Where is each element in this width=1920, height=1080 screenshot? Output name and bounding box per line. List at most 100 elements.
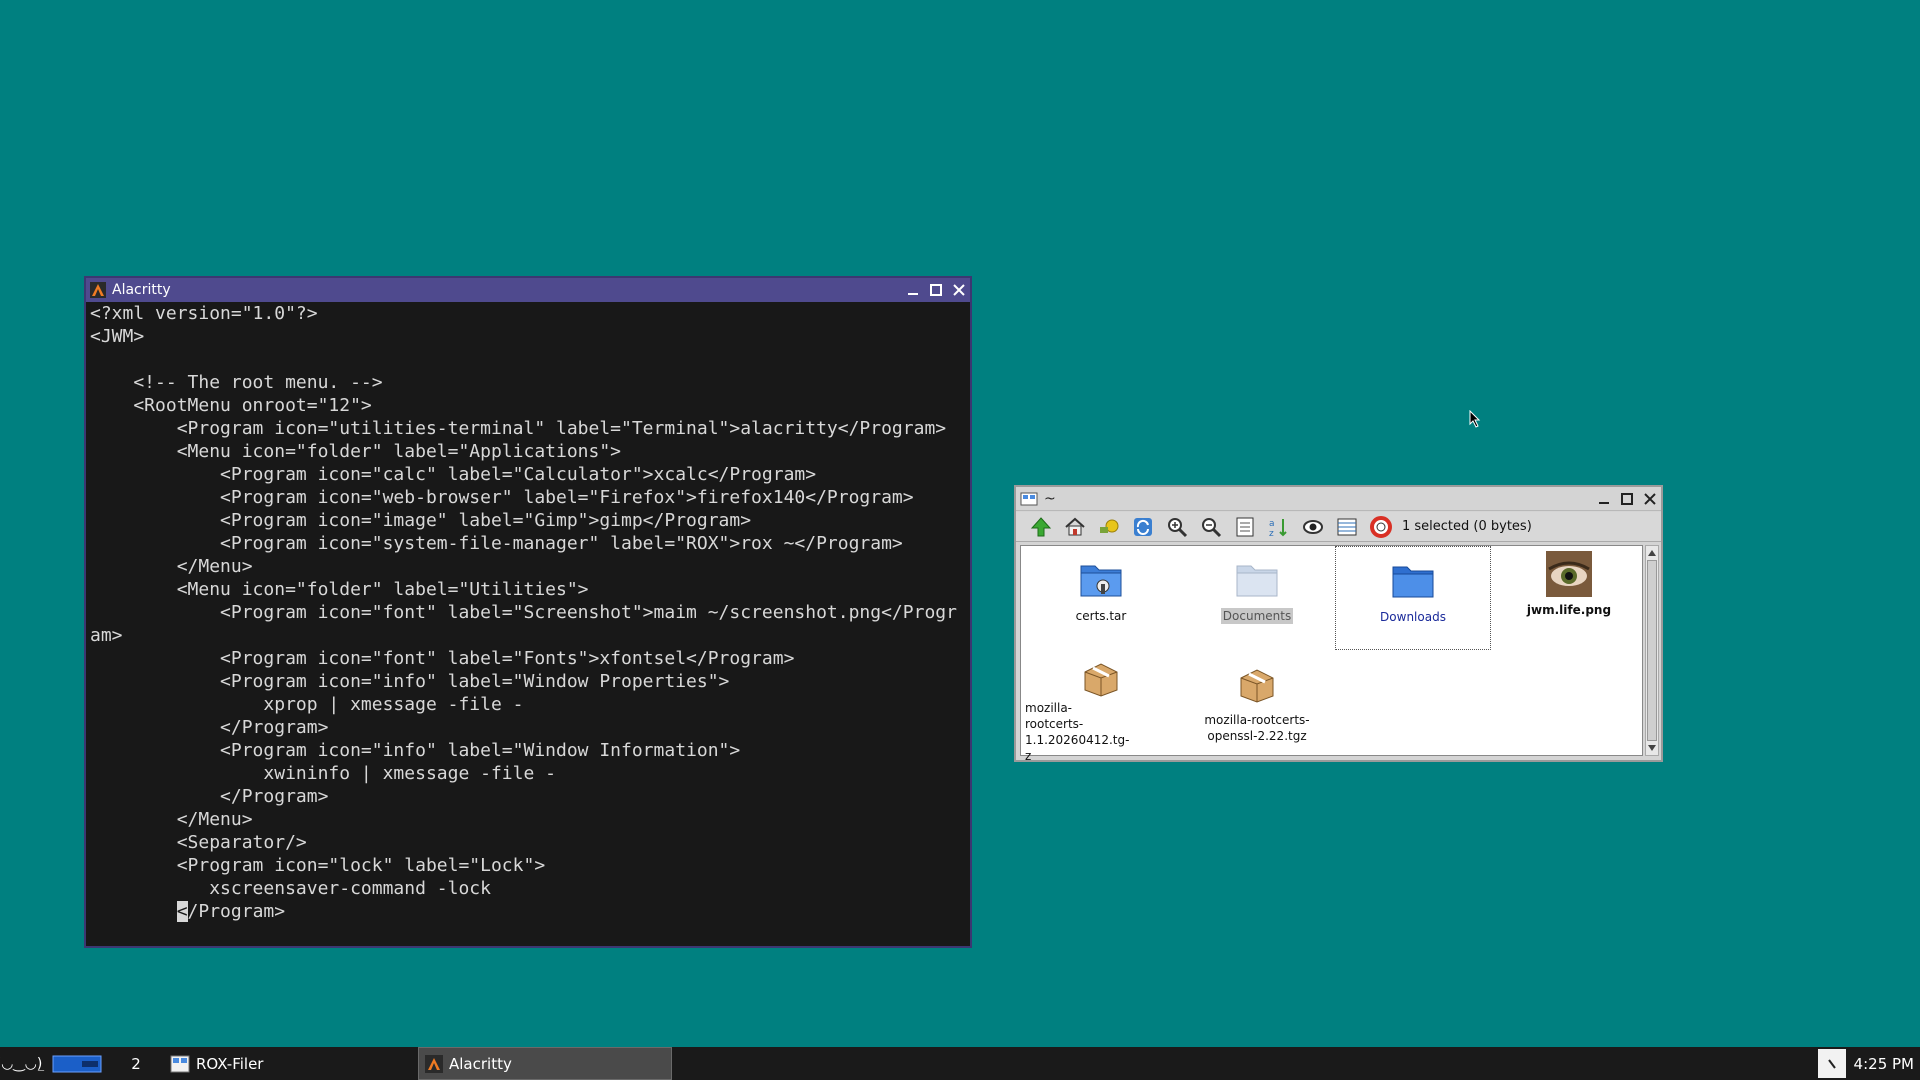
select-button[interactable] [1330, 513, 1364, 541]
terminal-line: <JWM> [90, 326, 145, 347]
rox-filer-window[interactable]: ~ az 1 selected (0 bytes) certs.tar Docu… [1014, 485, 1663, 763]
terminal-content[interactable]: <?xml version="1.0"?> <JWM> <!-- The root… [86, 302, 970, 946]
terminal-line: <Program icon="font" label="Screenshot">… [90, 602, 957, 623]
show-hidden-button[interactable] [1296, 513, 1330, 541]
terminal-line: <RootMenu onroot="12"> [90, 395, 372, 416]
alacritty-titlebar[interactable]: Alacritty [86, 278, 970, 302]
file-item-mozilla-rootcerts[interactable]: mozilla- rootcerts-1.1.20260412.tg- z [1023, 652, 1179, 763]
package-icon [1084, 663, 1118, 697]
archive-folder-icon [1080, 565, 1122, 597]
show-hidden-icon [1303, 519, 1323, 534]
details-icon [1236, 517, 1254, 536]
help-icon [1370, 515, 1392, 538]
package-icon [1240, 669, 1274, 703]
bookmarks-button[interactable] [1092, 513, 1126, 541]
terminal-line: xwininfo | xmessage -file - [90, 763, 556, 784]
pager-desktop-2[interactable]: 2 [108, 1047, 164, 1080]
arrow-up-icon [1648, 550, 1656, 556]
rox-titlebar[interactable]: ~ [1016, 487, 1661, 511]
details-button[interactable] [1228, 513, 1262, 541]
sort-icon: az [1269, 518, 1287, 538]
rox-icon [1020, 491, 1038, 507]
rox-toolbar: az 1 selected (0 bytes) [1016, 512, 1661, 542]
close-button[interactable] [1638, 488, 1661, 510]
scrollbar-thumb[interactable] [1647, 560, 1657, 741]
maximize-icon [1620, 492, 1633, 505]
folder-icon [1236, 565, 1278, 597]
minimize-button[interactable] [1592, 488, 1615, 510]
refresh-button[interactable] [1126, 513, 1160, 541]
terminal-line: </Menu> [90, 809, 253, 830]
file-view[interactable]: certs.tar Documents Downloads jwm.life.p… [1020, 545, 1643, 763]
minimize-icon [907, 293, 918, 295]
close-button[interactable] [947, 279, 970, 301]
alacritty-icon [90, 282, 106, 298]
rox-icon [170, 1055, 190, 1072]
tray-icon[interactable] [1817, 1049, 1846, 1078]
terminal-line: xprop | xmessage -file - [90, 694, 524, 715]
zoom-in-button[interactable] [1160, 513, 1194, 541]
sort-button[interactable]: az [1262, 513, 1296, 541]
terminal-line: </Program> [90, 786, 329, 807]
terminal-line: <Program icon="utilities-terminal" label… [90, 418, 947, 439]
vertical-scrollbar[interactable] [1645, 545, 1659, 756]
file-name: Documents [1220, 608, 1294, 624]
selection-status: 1 selected (0 bytes) [1402, 519, 1532, 534]
terminal-line: <!-- The root menu. --> [90, 372, 383, 393]
task-rox-filer[interactable]: ROX-Filer [164, 1047, 418, 1080]
terminal-line: <Program icon="info" label="Window Infor… [90, 740, 741, 761]
file-name: mozilla- rootcerts-1.1.20260412.tg- z [1025, 701, 1130, 763]
pager-desktop-1[interactable] [46, 1047, 108, 1080]
minimize-button[interactable] [901, 279, 924, 301]
scroll-down-arrow[interactable] [1646, 741, 1658, 755]
maximize-button[interactable] [924, 279, 947, 301]
home-button[interactable] [1058, 513, 1092, 541]
file-item-mozilla-rootcerts-openssl[interactable]: mozilla-rootcerts- openssl-2.22.tgz [1179, 652, 1335, 762]
window-title: Alacritty [112, 282, 171, 298]
file-item-documents[interactable]: Documents [1179, 548, 1335, 652]
window-title: ~ [1044, 490, 1056, 507]
zoom-in-icon [1168, 517, 1188, 537]
bookmarks-icon [1100, 519, 1119, 533]
terminal-line: xscreensaver-command -lock [90, 878, 491, 899]
maximize-icon [929, 284, 942, 296]
pager-icon [52, 1055, 102, 1072]
up-button[interactable] [1024, 513, 1058, 541]
alacritty-window[interactable]: Alacritty <?xml version="1.0"?> <JWM> <!-… [84, 276, 972, 948]
terminal-line: am> [90, 625, 123, 646]
select-icon [1337, 518, 1357, 535]
clock[interactable]: 4:25 PM [1854, 1047, 1920, 1080]
terminal-line: <?xml version="1.0"?> [90, 303, 318, 324]
file-item-certs-tar[interactable]: certs.tar [1023, 548, 1179, 652]
svg-text:z: z [1269, 529, 1274, 538]
terminal-line: <Menu icon="folder" label="Applications"… [90, 441, 622, 462]
zoom-out-icon [1202, 517, 1222, 537]
file-name: jwm.life.png [1526, 603, 1612, 617]
zoom-out-button[interactable] [1194, 513, 1228, 541]
close-icon [952, 284, 965, 296]
file-name: certs.tar [1075, 609, 1127, 623]
task-label: ROX-Filer [196, 1054, 264, 1073]
folder-icon [1392, 566, 1434, 598]
terminal-line: <Menu icon="folder" label="Utilities"> [90, 579, 589, 600]
file-item-jwm-life-png[interactable]: jwm.life.png [1491, 548, 1647, 652]
root-menu-button[interactable]: (◡‿◡) [0, 1047, 42, 1080]
terminal-line: <Program icon="web-browser" label="Firef… [90, 487, 914, 508]
terminal-line: </Program> [90, 717, 329, 738]
file-item-downloads[interactable]: Downloads [1335, 546, 1491, 650]
task-label: Alacritty [449, 1054, 512, 1073]
terminal-cursor-line: </Program> [176, 901, 286, 922]
help-button[interactable] [1364, 513, 1398, 541]
network-icon [1827, 1058, 1836, 1069]
maximize-button[interactable] [1615, 488, 1638, 510]
terminal-line: <Program icon="font" label="Fonts">xfont… [90, 648, 795, 669]
terminal-line: <Program icon="system-file-manager" labe… [90, 533, 903, 554]
terminal-line: <Program icon="image" label="Gimp">gimp<… [90, 510, 752, 531]
scroll-up-arrow[interactable] [1646, 546, 1658, 560]
terminal-line: <Separator/> [90, 832, 307, 853]
terminal-line: </Menu> [90, 556, 253, 577]
task-alacritty[interactable]: Alacritty [418, 1047, 672, 1080]
home-icon [1065, 517, 1085, 535]
taskbar: (◡‿◡) _ 2 ROX-Filer Alacritty 4:25 PM [0, 1047, 1920, 1080]
